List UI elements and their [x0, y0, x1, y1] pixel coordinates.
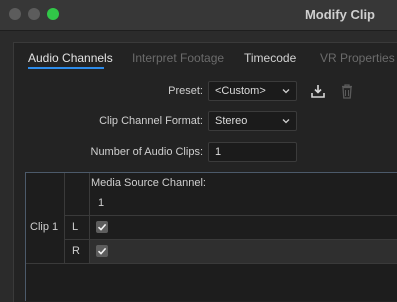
clip-label: Clip 1 — [30, 221, 59, 233]
grid-row-r-background — [90, 240, 397, 264]
channel-mapping-grid: Media Source Channel: 1 Clip 1 L R — [25, 172, 397, 301]
chevron-down-icon — [282, 89, 290, 94]
channel-format-dropdown[interactable]: Stereo — [208, 111, 297, 131]
window-title: Modify Clip — [304, 7, 375, 22]
checkmark-icon — [97, 223, 107, 231]
grid-divider — [64, 239, 397, 240]
channel-format-label: Clip Channel Format: — [99, 115, 203, 127]
channel-label-l: L — [72, 221, 79, 233]
audio-clips-label: Number of Audio Clips: — [90, 146, 204, 158]
preset-label: Preset: — [168, 85, 203, 97]
save-preset-icon[interactable] — [309, 82, 327, 100]
tab-vr-properties: VR Properties — [320, 51, 395, 65]
audio-clips-input[interactable]: 1 — [208, 142, 297, 162]
source-channel-column-label: 1 — [98, 197, 105, 209]
minimize-window-button[interactable] — [28, 8, 40, 20]
title-bar: Modify Clip — [0, 0, 397, 31]
grid-divider — [89, 173, 90, 264]
audio-clips-value: 1 — [215, 146, 222, 158]
grid-divider — [64, 173, 65, 264]
tab-timecode[interactable]: Timecode — [244, 51, 296, 65]
preset-value: <Custom> — [215, 85, 266, 97]
tab-interpret-footage: Interpret Footage — [132, 51, 225, 65]
tab-audio-channels[interactable]: Audio Channels — [28, 51, 113, 65]
close-window-button[interactable] — [9, 8, 21, 20]
delete-preset-icon — [342, 84, 352, 99]
channel-format-value: Stereo — [215, 115, 248, 127]
channel-label-r: R — [72, 245, 80, 257]
checkmark-icon — [97, 247, 107, 255]
channel-l-checkbox[interactable] — [96, 221, 108, 233]
chevron-down-icon — [282, 119, 290, 124]
preset-dropdown[interactable]: <Custom> — [208, 81, 297, 101]
channel-r-checkbox[interactable] — [96, 245, 108, 257]
grid-divider — [26, 263, 397, 264]
active-tab-indicator — [28, 67, 104, 69]
media-source-channel-header: Media Source Channel: — [91, 177, 206, 189]
grid-divider — [64, 215, 397, 216]
maximize-window-button[interactable] — [47, 8, 59, 20]
